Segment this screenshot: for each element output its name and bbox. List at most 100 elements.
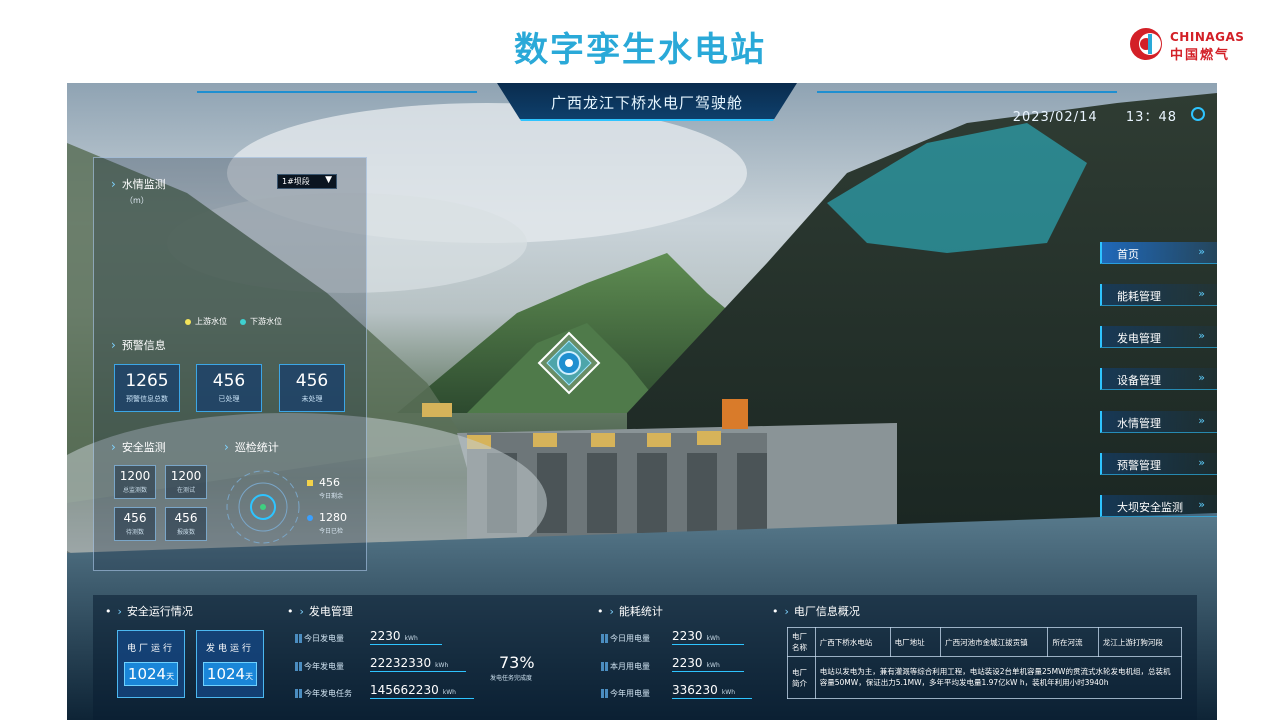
nav-item-equipment-label: 设备管理	[1117, 374, 1161, 387]
legend-downstream-dot	[240, 318, 246, 325]
power-run-days-card[interactable]: 发电运行 1024天	[196, 630, 264, 698]
plant-river-label: 所在河流	[1047, 627, 1099, 657]
safety-total-value: 1200	[119, 469, 151, 483]
nav-item-power[interactable]: 发电管理 »	[1100, 326, 1217, 348]
plant-info-title: › 电厂信息概况	[772, 603, 860, 619]
nav-item-dam-safety[interactable]: 大坝安全监测 »	[1100, 495, 1217, 517]
date-text: 2023/02/14	[1012, 110, 1098, 125]
chevron-right-icon: »	[1198, 456, 1205, 469]
safety-scrapped-value: 456	[174, 511, 198, 525]
nav-item-energy[interactable]: 能耗管理 »	[1100, 284, 1217, 306]
power-task-percent: 73%	[499, 653, 535, 672]
safety-pending-value: 456	[123, 511, 147, 525]
plant-intro-label: 电厂简介	[787, 656, 816, 699]
energy-today-label-text: 今日用电量	[610, 634, 650, 643]
energy-month-unit: kWh	[706, 662, 720, 669]
safety-scrapped-card[interactable]: 456 报废数	[165, 507, 207, 541]
chevron-right-icon: »	[1198, 414, 1205, 427]
header-line-right	[817, 91, 1117, 93]
dam-section-select-value: 1#坝段	[282, 177, 310, 186]
power-year-unit: kWh	[435, 662, 449, 669]
power-task-percent-label: 发电任务完成度	[490, 675, 533, 682]
plant-run-days-value: 1024	[127, 665, 167, 683]
legend-downstream: 下游水位	[240, 316, 282, 327]
warning-title: 预警信息	[111, 337, 166, 353]
safety-total-card[interactable]: 1200 总监测数	[114, 465, 156, 499]
patrol-checked-marker	[307, 515, 313, 521]
warning-processed-label: 已处理	[218, 395, 240, 403]
warning-unprocessed-value: 456	[295, 371, 329, 391]
plant-name-value: 广西下桥水电站	[814, 627, 891, 657]
patrol-checked-value: 1280	[319, 511, 347, 524]
power-mgmt-title-label: 发电管理	[308, 605, 353, 618]
patrol-remaining: 456 今日剩余	[307, 476, 343, 500]
nav-item-equipment[interactable]: 设备管理 »	[1100, 368, 1217, 390]
slide-title: 数字孪生水电站	[514, 30, 766, 70]
power-mgmt-title: › 发电管理	[287, 603, 353, 619]
chinagas-logo-icon	[1130, 28, 1162, 60]
power-today-label: 今日发电量	[295, 633, 344, 644]
plant-intro-value: 电站以发电为主，兼有灌溉等综合利用工程，电站装设2台单机容量25MW的贯流式水轮…	[814, 656, 1183, 699]
plant-run-days-unit: 天	[166, 672, 175, 681]
safety-testing-value: 1200	[170, 469, 202, 483]
warning-processed-card[interactable]: 456 已处理	[196, 364, 262, 412]
bar-icon	[295, 662, 298, 671]
safety-scrapped-label: 报废数	[176, 529, 195, 536]
dam-section-select[interactable]: 1#坝段 ▼	[277, 174, 337, 189]
plant-info-table: 电厂名称 广西下桥水电站 电厂地址 广西河池市金城江拔贡镇 所在河流 龙江上游打…	[787, 627, 1183, 699]
patrol-remaining-value: 456	[319, 476, 340, 489]
safety-pending-card[interactable]: 456 待测数	[114, 507, 156, 541]
plant-addr-label: 电厂地址	[889, 627, 942, 657]
safety-testing-card[interactable]: 1200 在测试	[165, 465, 207, 499]
patrol-checked: 1280 今日已检	[307, 511, 347, 535]
slide: 数字孪生水电站 CHINAGAS 中国燃气 广西龙江下桥水电厂驾驶舱 2023/…	[0, 0, 1280, 720]
warning-unprocessed-label: 未处理	[301, 395, 323, 403]
power-icon[interactable]	[1191, 107, 1205, 121]
energy-month-value: 2230 kWh	[672, 656, 744, 672]
energy-year-value: 336230 kWh	[672, 683, 752, 699]
chevron-right-icon: ›	[299, 605, 304, 618]
energy-today-value-text: 2230	[672, 629, 703, 643]
nav-item-home-label: 首页	[1117, 248, 1139, 261]
chinagas-logo: CHINAGAS 中国燃气	[1128, 24, 1258, 64]
nav-item-warning[interactable]: 预警管理 »	[1100, 453, 1217, 475]
bar-icon	[295, 634, 298, 643]
patrol-remaining-marker	[307, 480, 313, 486]
power-task-value: 145662230 kWh	[370, 683, 474, 699]
logo-text-en: CHINAGAS	[1170, 30, 1245, 44]
power-today-value: 2230 kWh	[370, 629, 442, 645]
chevron-right-icon: ›	[117, 605, 122, 618]
bar-icon	[601, 689, 604, 698]
chevron-right-icon: »	[1198, 498, 1205, 511]
patrol-checked-label: 今日已检	[319, 528, 344, 535]
legend-upstream-label: 上游水位	[195, 317, 227, 326]
nav-item-warning-label: 预警管理	[1117, 459, 1161, 472]
plant-addr-value: 广西河池市金城江拔贡镇	[940, 627, 1049, 657]
plant-river-value: 龙江上游打狗河段	[1097, 627, 1183, 657]
nav-item-water-label: 水情管理	[1117, 417, 1161, 430]
safe-run-title-label: 安全运行情况	[126, 605, 193, 618]
bar-icon	[295, 689, 298, 698]
power-task-label-text: 今年发电任务	[304, 689, 352, 698]
legend-upstream-dot	[185, 318, 191, 325]
power-year-label-text: 今年发电量	[304, 662, 344, 671]
energy-year-label: 今年用电量	[601, 688, 650, 699]
warning-unprocessed-card[interactable]: 456 未处理	[279, 364, 345, 412]
plant-name-label: 电厂名称	[787, 627, 816, 657]
water-level-unit: （m）	[125, 196, 149, 205]
header-line-left	[197, 91, 477, 93]
header-title: 广西龙江下桥水电厂驾驶舱	[550, 94, 743, 112]
power-task-label: 今年发电任务	[295, 688, 352, 699]
nav-item-dam-safety-label: 大坝安全监测	[1117, 501, 1183, 514]
safety-title: 安全监测	[111, 439, 166, 455]
energy-title: › 能耗统计	[597, 603, 663, 619]
power-today-value-text: 2230	[370, 629, 401, 643]
location-marker-icon[interactable]	[537, 331, 601, 395]
chevron-right-icon: ›	[609, 605, 614, 618]
warning-total-card[interactable]: 1265 预警信息总数	[114, 364, 180, 412]
datetime-display: 2023/02/14 13：48	[1013, 106, 1177, 125]
plant-run-days-card[interactable]: 电厂运行 1024天	[117, 630, 185, 698]
plant-run-label: 电厂运行	[126, 644, 175, 654]
nav-item-water[interactable]: 水情管理 »	[1100, 411, 1217, 433]
nav-item-home[interactable]: 首页 »	[1100, 242, 1217, 264]
